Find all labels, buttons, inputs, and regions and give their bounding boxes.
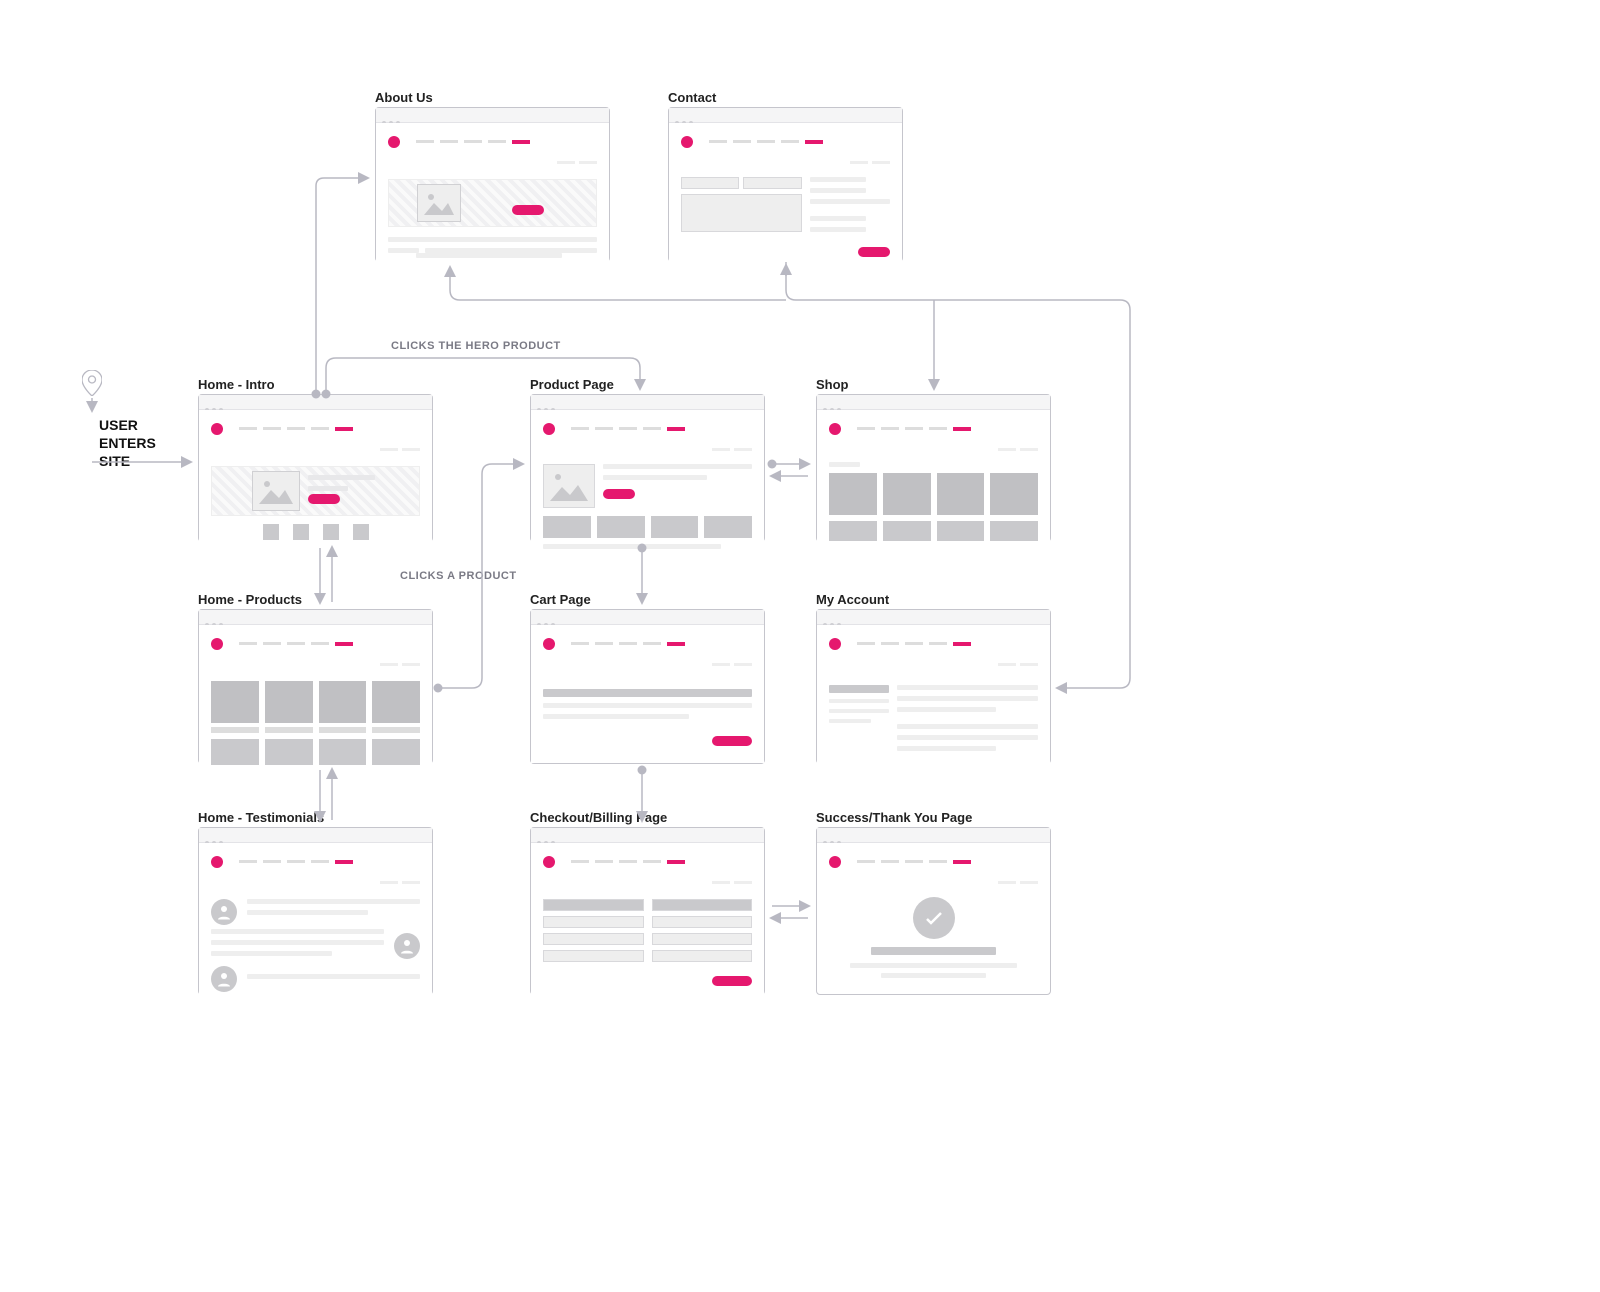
product-grid bbox=[211, 681, 420, 723]
logo-dot bbox=[829, 423, 841, 435]
product-grid bbox=[829, 473, 1038, 515]
logo-dot bbox=[681, 136, 693, 148]
card-success bbox=[816, 827, 1051, 995]
place-order-button bbox=[712, 976, 752, 986]
feature-row bbox=[211, 524, 420, 540]
page-title-shop: Shop bbox=[816, 377, 849, 392]
page-title-home-products: Home - Products bbox=[198, 592, 302, 607]
card-home-products bbox=[198, 609, 433, 764]
checkout-button bbox=[712, 736, 752, 746]
page-title-about: About Us bbox=[375, 90, 433, 105]
avatar-icon bbox=[394, 933, 420, 959]
form-field bbox=[743, 177, 801, 189]
logo-dot bbox=[543, 856, 555, 868]
avatar-icon bbox=[211, 899, 237, 925]
form-field bbox=[543, 933, 644, 945]
logo-dot bbox=[211, 856, 223, 868]
nav-links bbox=[233, 420, 353, 438]
add-to-cart-button bbox=[603, 489, 635, 499]
form-field bbox=[543, 950, 644, 962]
card-product-page bbox=[530, 394, 765, 542]
nav-links bbox=[410, 133, 530, 151]
entry-label: USER ENTERS SITE bbox=[99, 416, 156, 471]
avatar-icon bbox=[211, 966, 237, 992]
nav-links bbox=[233, 635, 353, 653]
logo-dot bbox=[543, 638, 555, 650]
caption-hero-click: CLICKS THE HERO PRODUCT bbox=[391, 340, 561, 352]
hero-cta-button bbox=[308, 494, 340, 504]
card-contact bbox=[668, 107, 903, 262]
submit-button bbox=[858, 247, 890, 257]
page-title-contact: Contact bbox=[668, 90, 716, 105]
nav-links bbox=[851, 420, 971, 438]
card-my-account bbox=[816, 609, 1051, 764]
card-home-intro bbox=[198, 394, 433, 542]
logo-dot bbox=[829, 856, 841, 868]
nav-links bbox=[851, 853, 971, 871]
form-field bbox=[543, 899, 644, 911]
caption-product-click: CLICKS A PRODUCT bbox=[400, 570, 517, 582]
page-title-my-account: My Account bbox=[816, 592, 889, 607]
card-about bbox=[375, 107, 610, 262]
form-field bbox=[652, 950, 753, 962]
card-checkout bbox=[530, 827, 765, 995]
card-cart bbox=[530, 609, 765, 764]
form-field bbox=[652, 899, 753, 911]
nav-links bbox=[565, 420, 685, 438]
page-title-cart: Cart Page bbox=[530, 592, 591, 607]
sitemap-canvas: USER ENTERS SITE CLICKS THE HERO PRODUCT… bbox=[0, 0, 1600, 1292]
page-title-success: Success/Thank You Page bbox=[816, 810, 972, 825]
form-field bbox=[543, 916, 644, 928]
logo-dot bbox=[388, 136, 400, 148]
logo-dot bbox=[543, 423, 555, 435]
form-field bbox=[652, 933, 753, 945]
page-title-home-intro: Home - Intro bbox=[198, 377, 275, 392]
nav-links bbox=[233, 853, 353, 871]
nav-links bbox=[703, 133, 823, 151]
form-field bbox=[681, 177, 739, 189]
page-title-product-page: Product Page bbox=[530, 377, 614, 392]
logo-dot bbox=[829, 638, 841, 650]
logo-dot bbox=[211, 423, 223, 435]
form-field bbox=[652, 916, 753, 928]
nav-links bbox=[565, 635, 685, 653]
form-textarea bbox=[681, 194, 802, 232]
map-pin-icon bbox=[82, 370, 102, 401]
page-title-home-test: Home - Testimonials bbox=[198, 810, 324, 825]
nav-links bbox=[851, 635, 971, 653]
nav-links bbox=[565, 853, 685, 871]
page-title-checkout: Checkout/Billing Page bbox=[530, 810, 667, 825]
check-circle-icon bbox=[913, 897, 955, 939]
logo-dot bbox=[211, 638, 223, 650]
cta-button bbox=[512, 205, 544, 215]
card-shop bbox=[816, 394, 1051, 542]
card-home-testimonials bbox=[198, 827, 433, 995]
